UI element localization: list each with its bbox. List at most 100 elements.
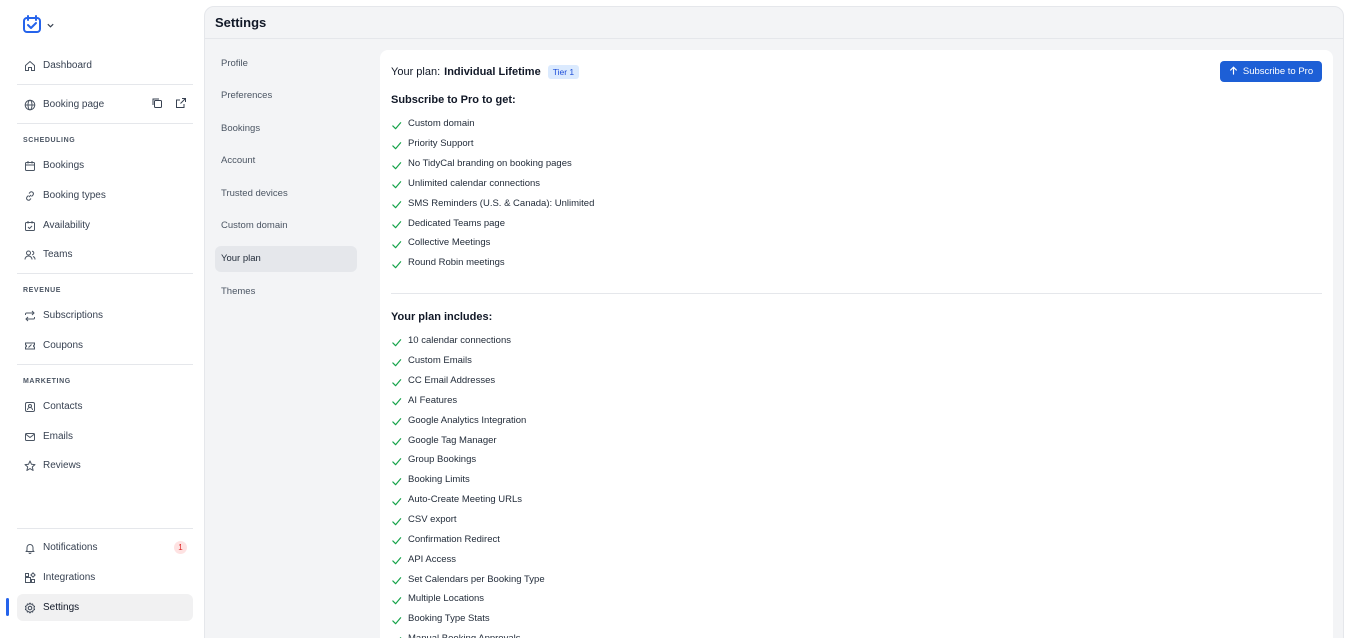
feature-item: Booking Type Stats [391, 609, 545, 629]
divider [17, 273, 193, 274]
settings-nav: Profile Preferences Bookings Account Tru… [215, 50, 357, 311]
puzzle-icon [23, 571, 36, 584]
check-icon [391, 199, 402, 210]
check-icon [391, 555, 402, 566]
check-icon [391, 396, 402, 407]
sidebar-item-settings[interactable]: Settings [17, 594, 193, 621]
sidebar-item-dashboard[interactable]: Dashboard [17, 52, 193, 79]
check-icon [391, 416, 402, 427]
check-icon [391, 595, 402, 606]
settings-tab-your-plan[interactable]: Your plan [215, 245, 357, 272]
sidebar-item-label: Teams [43, 249, 73, 260]
subscribe-label: Subscribe to Pro [1242, 66, 1314, 77]
sidebar-item-reviews[interactable]: Reviews [17, 452, 193, 479]
sidebar-item-label: Settings [43, 602, 80, 613]
divider [17, 528, 193, 529]
settings-tab-bookings[interactable]: Bookings [215, 115, 357, 141]
users-icon [23, 248, 36, 261]
section-divider [391, 293, 1322, 294]
sidebar-item-label: Contacts [43, 401, 83, 412]
check-icon [391, 160, 402, 171]
feature-label: Priority Support [408, 138, 474, 150]
calendar-icon [23, 159, 36, 172]
sidebar-item-label: Notifications [43, 542, 98, 553]
check-icon [391, 635, 402, 638]
feature-label: Multiple Locations [408, 593, 485, 605]
feature-item: AI Features [391, 391, 545, 411]
feature-label: Group Bookings [408, 454, 477, 466]
plan-prefix: Your plan: [391, 66, 441, 78]
feature-item: Auto-Create Meeting URLs [391, 490, 545, 510]
contact-icon [23, 400, 36, 413]
feature-item: Dedicated Teams page [391, 213, 594, 233]
check-icon [391, 436, 402, 447]
sidebar-item-bookings[interactable]: Bookings [17, 152, 193, 179]
sidebar-item-label: Booking types [43, 190, 106, 201]
check-icon [391, 516, 402, 527]
feature-label: Booking Limits [408, 474, 470, 486]
divider [17, 84, 193, 85]
sidebar-item-label: Bookings [43, 160, 85, 171]
feature-item: Set Calendars per Booking Type [391, 569, 545, 589]
check-icon [391, 615, 402, 626]
divider [17, 123, 193, 124]
settings-tab-trusted-devices[interactable]: Trusted devices [215, 180, 357, 206]
external-link-icon[interactable] [175, 97, 187, 112]
feature-label: Custom Emails [408, 355, 472, 367]
feature-item: Multiple Locations [391, 589, 545, 609]
feature-item: Google Tag Manager [391, 430, 545, 450]
sidebar-item-booking-page[interactable]: Booking page [17, 91, 193, 118]
sidebar-item-teams[interactable]: Teams [17, 241, 193, 268]
plan-name: Individual Lifetime [444, 66, 541, 78]
section-title-revenue: REVENUE [23, 287, 62, 294]
feature-item: Round Robin meetings [391, 253, 594, 273]
feature-item: Confirmation Redirect [391, 529, 545, 549]
settings-tab-account[interactable]: Account [215, 148, 357, 174]
arrow-up-icon [1229, 65, 1238, 78]
subscribe-to-pro-button[interactable]: Subscribe to Pro [1220, 61, 1322, 82]
feature-label: Google Tag Manager [408, 434, 497, 446]
settings-tab-custom-domain[interactable]: Custom domain [215, 213, 357, 239]
sidebar-item-coupons[interactable]: Coupons [17, 332, 193, 359]
sidebar-item-label: Availability [43, 220, 91, 231]
chevron-down-icon [46, 17, 55, 35]
check-icon [391, 357, 402, 368]
included-features-list: 10 calendar connections Custom Emails CC E… [391, 331, 545, 638]
included-features-heading: Your plan includes: [391, 311, 493, 323]
feature-label: Auto-Create Meeting URLs [408, 494, 523, 506]
sidebar-item-integrations[interactable]: Integrations [17, 564, 193, 591]
feature-label: No TidyCal branding on booking pages [408, 158, 572, 170]
feature-label: AI Features [408, 394, 458, 406]
calendar-check-icon [23, 219, 36, 232]
check-icon [391, 179, 402, 190]
logo-icon [22, 14, 42, 39]
ticket-icon [23, 339, 36, 352]
sidebar-item-booking-types[interactable]: Booking types [17, 182, 193, 209]
feature-item: Custom domain [391, 114, 594, 134]
sidebar-item-label: Subscriptions [43, 310, 104, 321]
sidebar-item-label: Booking page [43, 99, 105, 110]
feature-label: CSV export [408, 514, 457, 526]
link-icon [23, 189, 36, 202]
check-icon [391, 575, 402, 586]
settings-tab-profile[interactable]: Profile [215, 50, 357, 76]
sidebar-item-label: Reviews [43, 460, 81, 471]
main-panel: Settings Profile Preferences Bookings Ac… [204, 6, 1344, 638]
settings-tab-preferences[interactable]: Preferences [215, 83, 357, 109]
feature-item: Unlimited calendar connections [391, 174, 594, 194]
sidebar-item-label: Integrations [43, 572, 96, 583]
sidebar-item-contacts[interactable]: Contacts [17, 393, 193, 420]
tier-badge: Tier 1 [547, 65, 580, 79]
copy-icon[interactable] [151, 97, 163, 112]
sidebar-item-notifications[interactable]: Notifications 1 [17, 534, 193, 561]
sidebar-item-availability[interactable]: Availability [17, 212, 193, 239]
feature-label: Custom domain [408, 118, 475, 130]
check-icon [391, 140, 402, 151]
settings-tab-themes[interactable]: Themes [215, 278, 357, 304]
workspace-switcher[interactable] [22, 14, 55, 38]
feature-label: Google Analytics Integration [408, 414, 527, 426]
sidebar-item-emails[interactable]: Emails [17, 423, 193, 450]
feature-label: Unlimited calendar connections [408, 177, 541, 189]
globe-icon [23, 98, 36, 111]
sidebar-item-subscriptions[interactable]: Subscriptions [17, 302, 193, 329]
